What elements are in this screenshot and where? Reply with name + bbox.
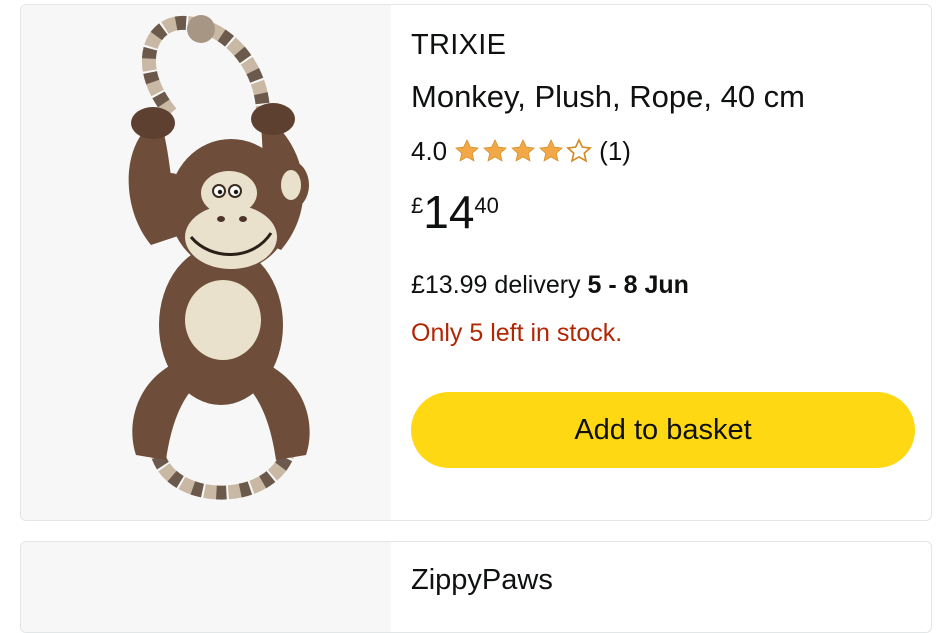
star-filled-icon — [511, 139, 536, 162]
product-card[interactable]: TRIXIE Monkey, Plush, Rope, 40 cm 4.0 (1… — [20, 4, 932, 521]
product-price: £1440 — [411, 189, 499, 235]
delivery-dates: 5 - 8 Jun — [587, 271, 689, 299]
product-title-link[interactable]: Monkey, Plush, Rope, 40 cm — [411, 79, 805, 115]
product-brand: ZippyPaws — [411, 564, 553, 596]
price-fraction: 40 — [474, 193, 499, 218]
rating-stars — [453, 137, 593, 165]
product-image[interactable] — [21, 542, 391, 632]
stock-message: Only 5 left in stock. — [411, 319, 623, 347]
add-to-basket-button[interactable]: Add to basket — [411, 392, 915, 468]
delivery-info: £13.99 delivery 5 - 8 Jun — [411, 271, 689, 300]
rating-value: 4.0 — [411, 135, 448, 166]
star-filled-icon — [539, 139, 564, 162]
star-filled-icon — [455, 139, 480, 162]
monkey-plush-toy-image — [128, 15, 310, 500]
product-rating[interactable]: 4.0 (1) — [411, 133, 631, 169]
product-image[interactable] — [21, 5, 391, 520]
product-card[interactable]: ZippyPaws — [20, 541, 932, 633]
star-filled-icon — [483, 139, 508, 162]
price-currency: £ — [411, 193, 424, 218]
star-empty-icon — [566, 137, 593, 163]
delivery-price: £13.99 delivery — [411, 271, 581, 299]
product-brand: TRIXIE — [411, 29, 507, 61]
rating-count[interactable]: (1) — [599, 136, 631, 167]
price-whole: 14 — [423, 186, 475, 238]
